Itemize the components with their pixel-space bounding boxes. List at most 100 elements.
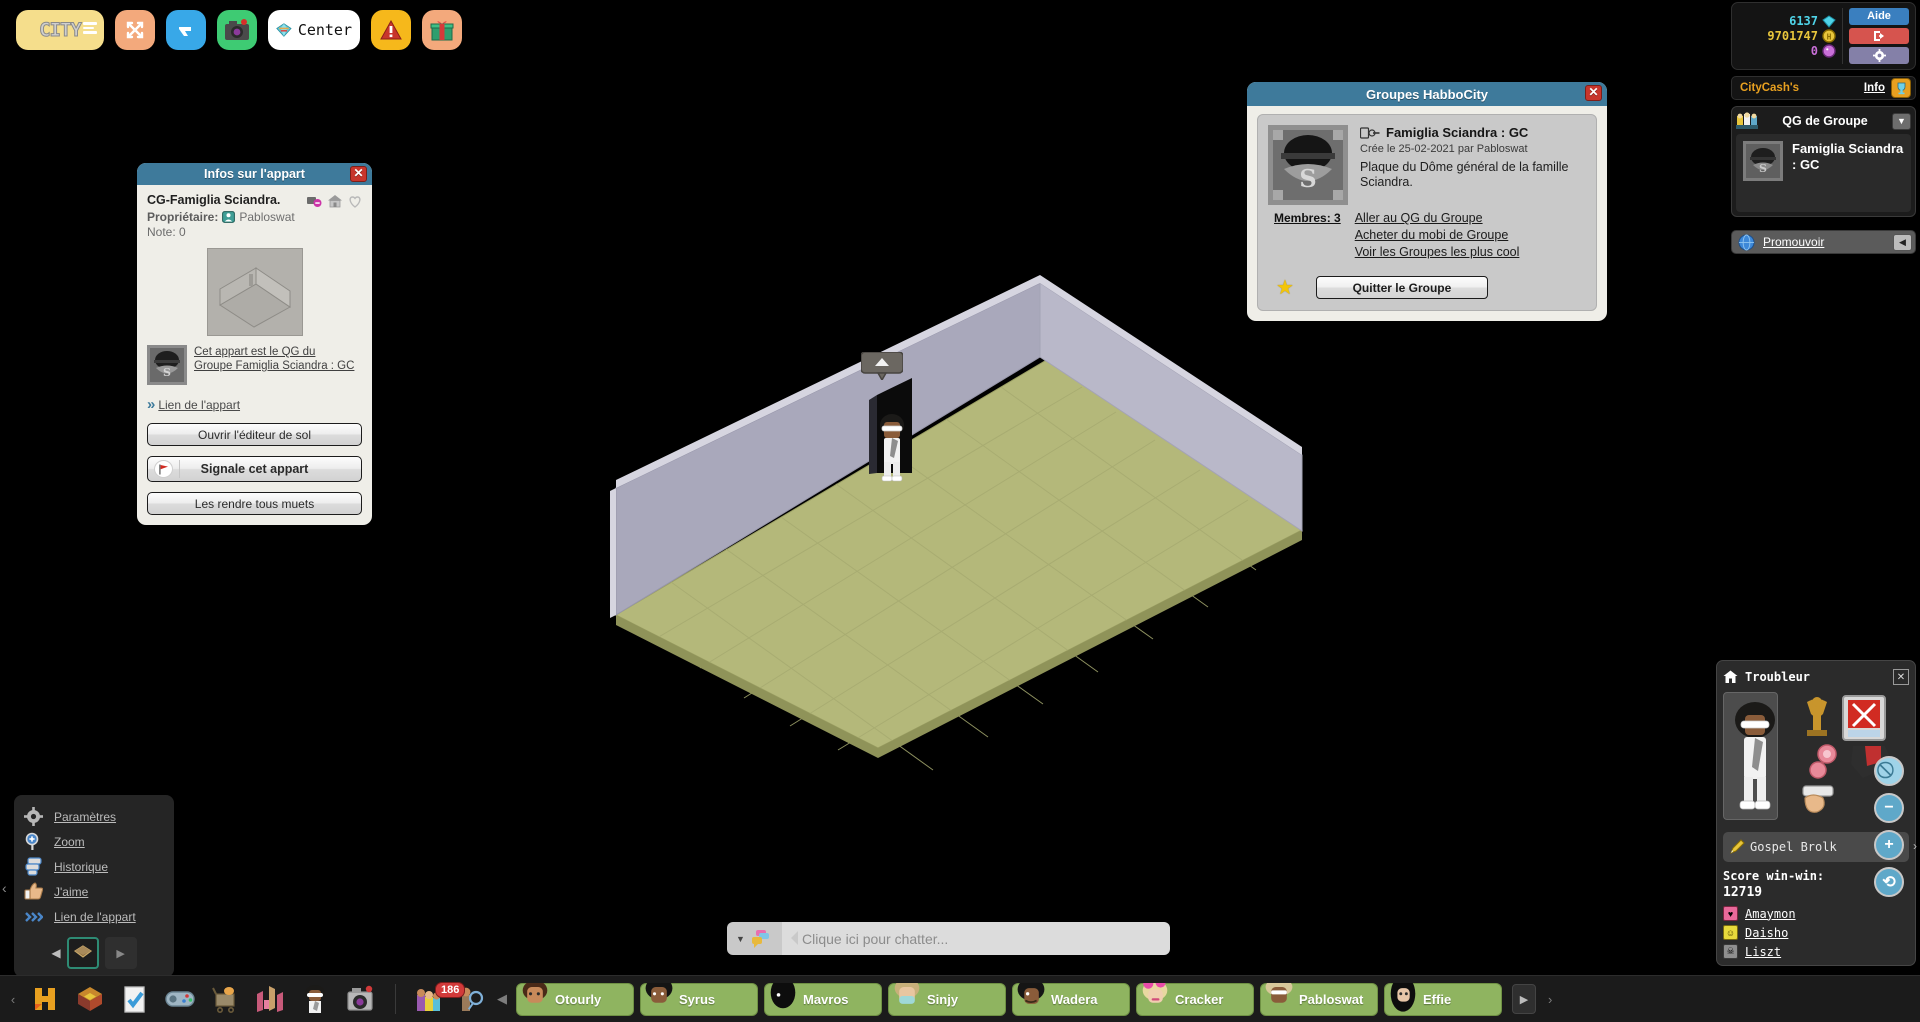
toolbar-expand-button[interactable]: ›	[1542, 992, 1558, 1007]
chat-input[interactable]: Clique ici pour chatter...	[782, 922, 1170, 955]
coin-amount: 9701747	[1767, 29, 1818, 43]
room-link-row[interactable]: » Lien de l'appart	[147, 396, 362, 413]
profile-action-buttons: ⃠ − + ⟲	[1861, 756, 1917, 897]
chat-style-selector[interactable]: ▼	[727, 922, 782, 955]
pixel-coin-icon	[1822, 44, 1836, 58]
games-controller-icon[interactable]	[160, 979, 200, 1019]
user-chip[interactable]: Otourly	[516, 982, 634, 1016]
user-chip[interactable]: Mavros	[764, 982, 882, 1016]
settings-button[interactable]	[1849, 47, 1909, 65]
open-floor-editor-button[interactable]: Ouvrir l'éditeur de sol	[147, 423, 362, 446]
ctx-item-historique[interactable]: Historique	[22, 854, 166, 879]
minus-icon[interactable]: −	[1874, 793, 1904, 823]
ctx-next-tile[interactable]: ▶	[104, 937, 137, 969]
user-chip[interactable]: Pabloswat	[1260, 982, 1378, 1016]
avatar	[645, 982, 673, 1003]
camera-icon[interactable]	[340, 979, 380, 1019]
promote-label[interactable]: Promouvoir	[1763, 235, 1885, 249]
friend-item[interactable]: ☺ Daisho	[1723, 925, 1909, 940]
group-hq-title: QG de Groupe	[1782, 114, 1868, 128]
friend-item[interactable]: ♥ Amaymon	[1723, 906, 1909, 921]
chevron-left-icon[interactable]: ◀	[1893, 233, 1912, 251]
city-logo-button[interactable]: CITY	[16, 10, 104, 50]
groups-dialog: Groupes HabboCity ✕ S Famiglia Sciandra …	[1247, 82, 1607, 321]
group-members-count[interactable]: Membres: 3	[1268, 211, 1341, 259]
profile-motto: Gospel Brolk	[1750, 840, 1837, 854]
group-link-goto-hq[interactable]: Aller au QG du Groupe	[1355, 211, 1520, 225]
note-value: 0	[179, 225, 186, 239]
gift-button[interactable]	[422, 10, 462, 50]
note-label: Note:	[147, 225, 176, 239]
navigator-button[interactable]	[166, 10, 206, 50]
room-group-link[interactable]: Cet appart est le QG du Groupe Famiglia …	[194, 345, 354, 373]
trophy-icon[interactable]	[1891, 78, 1911, 98]
home-icon[interactable]	[327, 194, 343, 208]
ctx-item-lien-appart[interactable]: Lien de l'appart	[22, 904, 166, 929]
flag-icon	[154, 460, 173, 478]
groups-body: S Famiglia Sciandra : GC Crée le 25-02-2…	[1247, 106, 1607, 321]
room-link-label[interactable]: Lien de l'appart	[158, 398, 240, 412]
close-icon[interactable]: ✕	[1893, 669, 1909, 685]
alerts-button[interactable]	[371, 10, 411, 50]
block-icon[interactable]: ⃠	[1874, 756, 1904, 786]
logout-button[interactable]	[1849, 27, 1909, 45]
user-list-prev-button[interactable]: ◀	[494, 991, 510, 1007]
friends-panel-button[interactable]: 186	[415, 982, 484, 1015]
star-icon[interactable]: ★	[1276, 275, 1294, 300]
ctx-item-parametres[interactable]: Paramètres	[22, 804, 166, 829]
close-icon[interactable]: ✕	[1585, 85, 1602, 101]
heart-icon[interactable]	[348, 195, 362, 208]
ctx-prev-button[interactable]: ◀	[51, 946, 60, 960]
mute-all-button[interactable]: Les rendre tous muets	[147, 492, 362, 515]
mute-badge-icon[interactable]	[306, 194, 322, 208]
quit-group-button[interactable]: Quitter le Groupe	[1315, 276, 1488, 299]
fullscreen-button[interactable]	[115, 10, 155, 50]
user-profile-panel: Troubleur ✕ Gospel Brolk › Score win-win…	[1716, 660, 1917, 966]
group-link-coolest-groups[interactable]: Voir les Groupes les plus cool	[1355, 245, 1520, 259]
room-context-menu: Paramètres Zoom Historique J'aime Lien d…	[14, 795, 174, 977]
group-card-bottom: Membres: 3 Aller au QG du Groupe Acheter…	[1268, 211, 1586, 259]
user-name: Pabloswat	[1299, 991, 1364, 1007]
friend-item[interactable]: ☠ Liszt	[1723, 944, 1909, 959]
center-button[interactable]: Center	[268, 10, 360, 50]
camera-button[interactable]	[217, 10, 257, 50]
habbo-h-icon[interactable]	[25, 979, 65, 1019]
friend-name[interactable]: Daisho	[1745, 926, 1788, 940]
help-button[interactable]: Aide	[1849, 8, 1909, 25]
friend-name[interactable]: Amaymon	[1745, 907, 1796, 921]
room-builder-icon[interactable]	[250, 979, 290, 1019]
group-card-info: Famiglia Sciandra : GC Crée le 25-02-202…	[1360, 125, 1586, 205]
home-icon[interactable]	[1723, 670, 1738, 684]
close-icon[interactable]: ✕	[350, 166, 367, 182]
toolbar-collapse-button[interactable]: ‹	[6, 992, 20, 1007]
ctx-item-jaime[interactable]: J'aime	[22, 879, 166, 904]
ctx-item-zoom[interactable]: Zoom	[22, 829, 166, 854]
user-chip[interactable]: Wadera	[1012, 982, 1130, 1016]
rotate-icon[interactable]: ⟲	[1874, 867, 1904, 897]
catalog-cart-icon[interactable]	[205, 979, 245, 1019]
room-group-row[interactable]: S Cet appart est le QG du Groupe Famigli…	[147, 345, 362, 385]
group-link-buy-furni[interactable]: Acheter du mobi de Groupe	[1355, 228, 1520, 242]
left-edge-collapse-button[interactable]: ‹	[2, 880, 7, 896]
user-chip[interactable]: Cracker	[1136, 982, 1254, 1016]
group-hq-content[interactable]: S Famiglia Sciandra : GC	[1736, 134, 1911, 212]
user-chip[interactable]: Sinjy	[888, 982, 1006, 1016]
inventory-cube-icon[interactable]	[70, 979, 110, 1019]
report-room-button[interactable]: Signale cet appart	[147, 456, 362, 482]
group-links: Aller au QG du Groupe Acheter du mobi de…	[1355, 211, 1520, 259]
user-chip[interactable]: Syrus	[640, 982, 758, 1016]
user-chip[interactable]: Effie	[1384, 982, 1502, 1016]
user-list-next-button[interactable]: ▶	[1512, 984, 1536, 1014]
promote-bar[interactable]: Promouvoir ◀	[1731, 230, 1916, 254]
plus-icon[interactable]: +	[1874, 830, 1904, 860]
owner-label: Propriétaire:	[147, 210, 219, 224]
room-info-icon-row	[306, 194, 362, 208]
chevron-down-icon[interactable]: ▼	[1892, 112, 1911, 130]
citycash-bar[interactable]: CityCash's Info	[1731, 76, 1916, 100]
avatar-gospel-brolk[interactable]	[873, 410, 911, 482]
avatar-profile-icon[interactable]	[295, 979, 335, 1019]
furni-tile-icon[interactable]	[66, 937, 99, 969]
citycash-info-link[interactable]: Info	[1864, 82, 1885, 94]
quests-clipboard-icon[interactable]	[115, 979, 155, 1019]
friend-name[interactable]: Liszt	[1745, 945, 1781, 959]
